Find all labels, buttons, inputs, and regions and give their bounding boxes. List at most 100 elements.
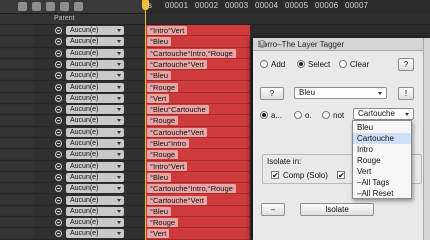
second-isolate-checkbox[interactable]: ✔ — [337, 171, 345, 180]
layer-switches[interactable] — [0, 127, 34, 136]
dropdown-option[interactable]: –All Tags — [353, 177, 411, 188]
tag-help-button[interactable]: ? — [260, 87, 284, 100]
layer-bar-row[interactable]: °Bleu — [145, 70, 250, 82]
pickwhip-icon[interactable] — [55, 117, 62, 125]
layer-bar-row[interactable]: °Rouge — [145, 115, 250, 127]
pickwhip-icon[interactable] — [55, 173, 62, 181]
pickwhip-icon[interactable] — [55, 219, 62, 227]
layer-bar-row[interactable]: °Cartouche°Intro,°Rouge — [145, 183, 250, 195]
parent-select[interactable]: Aucun(e) — [66, 184, 124, 194]
toolbar-icon[interactable] — [60, 2, 69, 11]
and-radio[interactable] — [260, 111, 268, 119]
close-icon[interactable]: x — [258, 40, 266, 48]
layer-row[interactable]: Aucun(e) — [0, 183, 145, 195]
parent-select[interactable]: Aucun(e) — [66, 59, 124, 69]
not-radio[interactable] — [322, 111, 330, 119]
layer-bar-row[interactable]: °Bleu — [145, 206, 250, 218]
layer-switches[interactable] — [0, 195, 34, 204]
parent-select[interactable]: Aucun(e) — [66, 172, 124, 182]
layer-row[interactable]: Aucun(e) — [0, 161, 145, 172]
parent-select[interactable]: Aucun(e) — [66, 218, 124, 228]
dialog-title-bar[interactable]: Zorro–The Layer Tagger x — [253, 38, 430, 51]
layer-bar-row[interactable]: °Bleu — [145, 36, 250, 48]
layer-switches[interactable] — [0, 206, 34, 215]
layer-row[interactable]: Aucun(e) — [0, 228, 145, 240]
help-button[interactable]: ? — [398, 58, 414, 71]
pickwhip-icon[interactable] — [55, 207, 62, 215]
layer-row[interactable]: Aucun(e) — [0, 104, 145, 116]
parent-select[interactable]: Aucun(e) — [66, 116, 124, 126]
layer-switches[interactable] — [0, 59, 34, 68]
logic-tag-select[interactable]: Cartouche — [353, 108, 414, 120]
pickwhip-icon[interactable] — [55, 196, 62, 204]
layer-row[interactable]: Aucun(e) — [0, 36, 145, 48]
minus-button[interactable]: – — [261, 203, 285, 216]
layer-bar-row[interactable]: °Vert — [145, 93, 250, 105]
layer-switches[interactable] — [0, 82, 34, 91]
layer-row[interactable]: Aucun(e) — [0, 172, 145, 184]
layer-row[interactable]: Aucun(e) — [0, 48, 145, 59]
toolbar-icon[interactable] — [32, 2, 41, 11]
layer-bar-row[interactable]: °Vert — [145, 228, 250, 240]
playhead-line[interactable] — [145, 0, 146, 240]
layer-row[interactable]: Aucun(e) — [0, 195, 145, 206]
layer-switches[interactable] — [0, 26, 34, 34]
layer-bar-row[interactable]: °Cartouche°Vert — [145, 127, 250, 138]
comp-solo-checkbox[interactable]: ✔ — [271, 171, 279, 180]
layer-bar-row[interactable]: °Rouge — [145, 217, 250, 229]
layer-row[interactable]: Aucun(e) — [0, 115, 145, 127]
layer-bar-row[interactable]: °Bleu — [145, 172, 250, 184]
dropdown-option[interactable]: Rouge — [353, 155, 411, 166]
parent-select[interactable]: Aucun(e) — [66, 206, 124, 216]
layer-bar-row[interactable]: °Bleu°Intro — [145, 138, 250, 150]
dropdown-option[interactable]: Cartouche — [353, 133, 411, 144]
parent-select[interactable]: Aucun(e) — [66, 150, 124, 160]
dropdown-option[interactable]: Vert — [353, 166, 411, 177]
layer-bar-row[interactable]: °Cartouche°Intro,°Rouge — [145, 48, 250, 59]
parent-select[interactable]: Aucun(e) — [66, 195, 124, 205]
pickwhip-icon[interactable] — [55, 83, 62, 91]
pickwhip-icon[interactable] — [55, 128, 62, 136]
layer-switches[interactable] — [0, 116, 34, 125]
layer-row[interactable]: Aucun(e) — [0, 25, 145, 37]
layer-row[interactable]: Aucun(e) — [0, 149, 145, 161]
layer-row[interactable]: Aucun(e) — [0, 59, 145, 71]
pickwhip-icon[interactable] — [55, 60, 62, 68]
layer-switches[interactable] — [0, 161, 34, 170]
layer-row[interactable]: Aucun(e) — [0, 138, 145, 150]
tag-select[interactable]: Bleu — [294, 87, 387, 99]
parent-select[interactable]: Aucun(e) — [66, 127, 124, 137]
apply-button[interactable]: ! — [398, 87, 414, 100]
layer-switches[interactable] — [0, 93, 34, 102]
layer-switches[interactable] — [0, 150, 34, 159]
or-radio[interactable] — [294, 111, 302, 119]
layer-bar-row[interactable]: °Intro°Vert — [145, 161, 250, 172]
layer-row[interactable]: Aucun(e) — [0, 206, 145, 218]
parent-select[interactable]: Aucun(e) — [66, 161, 124, 171]
panel-scrollbar[interactable] — [423, 38, 430, 240]
pickwhip-icon[interactable] — [55, 94, 62, 102]
layer-switches[interactable] — [0, 105, 34, 114]
add-radio[interactable] — [260, 60, 268, 68]
pickwhip-icon[interactable] — [55, 38, 62, 46]
toolbar-icon[interactable] — [74, 2, 83, 11]
layer-switches[interactable] — [0, 229, 34, 238]
select-radio[interactable] — [297, 60, 305, 68]
layer-bar-row[interactable]: °Bleu°Cartouche — [145, 104, 250, 116]
layer-row[interactable]: Aucun(e) — [0, 70, 145, 82]
toolbar-icon[interactable] — [46, 2, 55, 11]
parent-select[interactable]: Aucun(e) — [66, 48, 124, 58]
pickwhip-icon[interactable] — [55, 72, 62, 80]
layer-duration-bars[interactable]: °Intro°Vert °Bleu °Cartouche°Intro,°Rouge °… — [145, 25, 250, 240]
toolbar-icon[interactable] — [18, 2, 27, 11]
parent-select[interactable]: Aucun(e) — [66, 93, 124, 103]
layer-bar-row[interactable]: °Rouge — [145, 82, 250, 93]
layer-switches[interactable] — [0, 48, 34, 57]
layer-switches[interactable] — [0, 218, 34, 227]
pickwhip-icon[interactable] — [55, 27, 62, 34]
layer-switches[interactable] — [0, 172, 34, 181]
dropdown-option[interactable]: Bleu — [353, 122, 411, 133]
pickwhip-icon[interactable] — [55, 151, 62, 159]
dropdown-option[interactable]: Intro — [353, 144, 411, 155]
parent-select[interactable]: Aucun(e) — [66, 229, 124, 239]
